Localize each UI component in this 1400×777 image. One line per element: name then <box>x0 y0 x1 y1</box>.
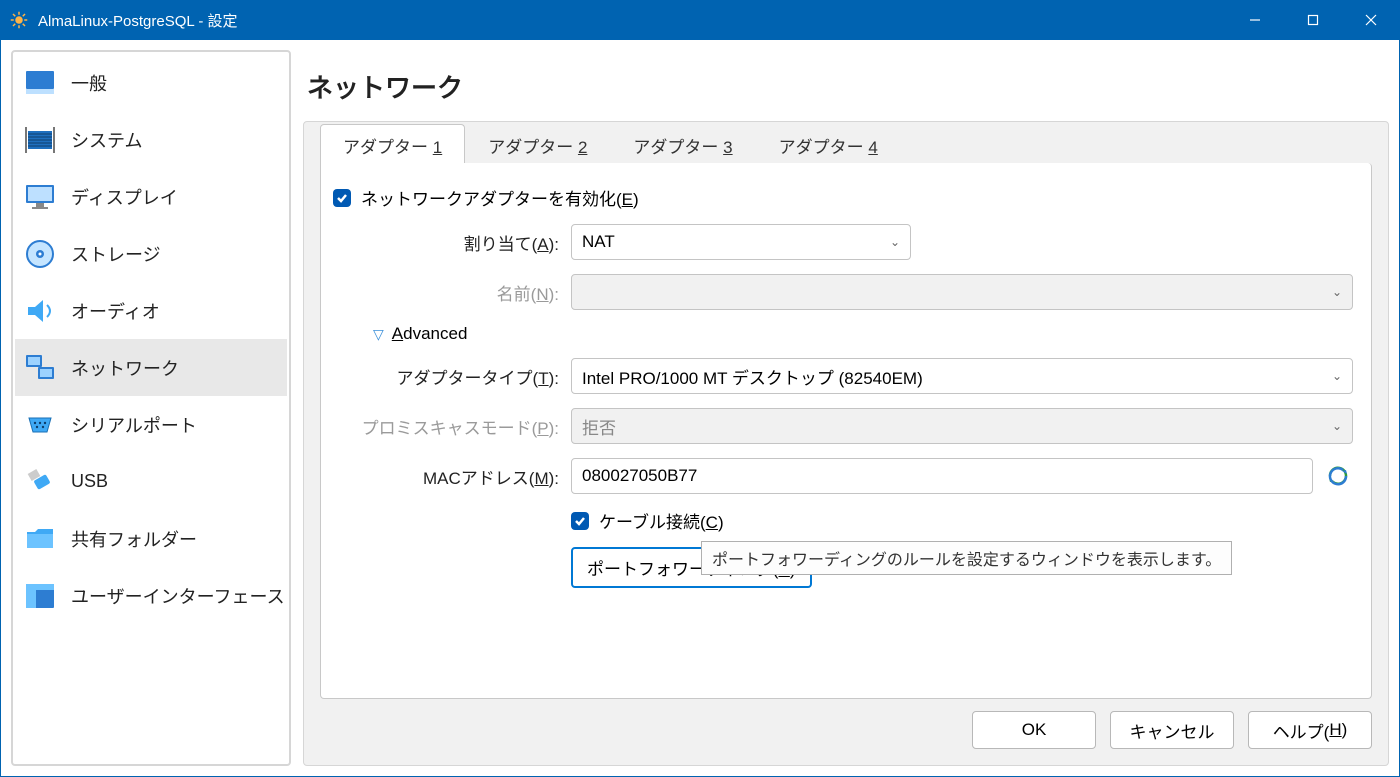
minimize-button[interactable] <box>1226 0 1284 40</box>
mac-refresh-button[interactable] <box>1323 461 1353 491</box>
sidebar-item-storage[interactable]: ストレージ <box>15 225 287 282</box>
attached-to-row: 割り当て(A): NAT ⌄ <box>339 224 1353 260</box>
panel-title: ネットワーク <box>303 50 1389 121</box>
sidebar-item-audio[interactable]: オーディオ <box>15 282 287 339</box>
sidebar-item-display[interactable]: ディスプレイ <box>15 168 287 225</box>
network-icon <box>23 351 57 385</box>
enable-adapter-checkbox[interactable] <box>333 189 351 207</box>
enable-adapter-row: ネットワークアダプターを有効化(E) <box>333 185 1353 210</box>
display-icon <box>23 180 57 214</box>
storage-icon <box>23 237 57 271</box>
tab-adapter-3[interactable]: アダプター 3 <box>610 124 755 164</box>
tab-adapter-2[interactable]: アダプター 2 <box>465 124 610 164</box>
ui-icon <box>23 579 57 613</box>
adapter-settings: ネットワークアダプターを有効化(E) 割り当て(A): NAT ⌄ 名前( <box>320 163 1372 699</box>
adapter-type-select[interactable]: Intel PRO/1000 MT デスクトップ (82540EM) ⌄ <box>571 358 1353 394</box>
promiscuous-select: 拒否 ⌄ <box>571 408 1353 444</box>
sidebar-label: シリアルポート <box>71 412 197 438</box>
attached-to-select[interactable]: NAT ⌄ <box>571 224 911 260</box>
general-icon <box>23 66 57 100</box>
sidebar-item-user-interface[interactable]: ユーザーインターフェース <box>15 567 287 624</box>
name-row: 名前(N): ⌄ <box>339 274 1353 310</box>
adapter-type-label: アダプタータイプ(T): <box>339 364 571 389</box>
panel-body: アダプター 1 アダプター 2 アダプター 3 アダプター 4 ネットワークアダ… <box>303 121 1389 766</box>
folder-icon <box>23 522 57 556</box>
usb-icon <box>23 465 57 499</box>
sidebar-label: システム <box>71 127 142 153</box>
settings-sidebar: 一般 システム ディスプレイ ストレージ オーディオ ネットワーク シリアルポー… <box>11 50 291 766</box>
promiscuous-row: プロミスキャスモード(P): 拒否 ⌄ <box>339 408 1353 444</box>
advanced-label: Advanced <box>392 324 468 344</box>
sidebar-item-system[interactable]: システム <box>15 111 287 168</box>
sidebar-label: ユーザーインターフェース <box>71 583 285 609</box>
tab-adapter-4[interactable]: アダプター 4 <box>756 124 901 164</box>
sidebar-item-usb[interactable]: USB <box>15 453 287 510</box>
titlebar: AlmaLinux-PostgreSQL - 設定 <box>0 0 1400 40</box>
attached-to-label: 割り当て(A): <box>339 230 571 255</box>
sidebar-label: 一般 <box>71 70 107 96</box>
sidebar-label: オーディオ <box>71 298 160 324</box>
sidebar-label: USB <box>71 471 108 492</box>
adapter-type-row: アダプタータイプ(T): Intel PRO/1000 MT デスクトップ (8… <box>339 358 1353 394</box>
mac-label: MACアドレス(M): <box>339 464 571 489</box>
help-button[interactable]: ヘルプ(H) <box>1248 711 1372 749</box>
system-icon <box>23 123 57 157</box>
chevron-down-icon: ⌄ <box>1332 285 1342 299</box>
chevron-down-icon: ⌄ <box>890 235 900 249</box>
tab-adapter-1[interactable]: アダプター 1 <box>320 124 465 164</box>
main-panel: ネットワーク アダプター 1 アダプター 2 アダプター 3 アダプター 4 ネ… <box>303 50 1389 766</box>
refresh-icon <box>1326 464 1350 488</box>
sidebar-item-serial[interactable]: シリアルポート <box>15 396 287 453</box>
sidebar-label: ディスプレイ <box>71 184 178 210</box>
name-label: 名前(N): <box>339 280 571 305</box>
sidebar-label: ネットワーク <box>71 355 179 381</box>
cable-checkbox[interactable] <box>571 512 589 530</box>
sidebar-item-shared-folders[interactable]: 共有フォルダー <box>15 510 287 567</box>
promiscuous-label: プロミスキャスモード(P): <box>339 414 571 439</box>
mac-row: MACアドレス(M): 080027050B77 <box>339 458 1353 494</box>
sidebar-label: 共有フォルダー <box>71 526 197 552</box>
app-icon <box>10 11 28 29</box>
dialog-footer: OK キャンセル ヘルプ(H) <box>320 699 1372 749</box>
serial-icon <box>23 408 57 442</box>
mac-input[interactable]: 080027050B77 <box>571 458 1313 494</box>
name-select: ⌄ <box>571 274 1353 310</box>
disclosure-triangle-icon: ▽ <box>373 326 384 343</box>
sidebar-item-network[interactable]: ネットワーク <box>15 339 287 396</box>
audio-icon <box>23 294 57 328</box>
cable-label: ケーブル接続(C) <box>599 508 724 533</box>
chevron-down-icon: ⌄ <box>1332 369 1342 383</box>
ok-button[interactable]: OK <box>972 711 1096 749</box>
advanced-disclosure[interactable]: ▽ Advanced <box>373 324 1353 344</box>
enable-adapter-label: ネットワークアダプターを有効化(E) <box>361 185 639 210</box>
port-forwarding-tooltip: ポートフォワーディングのルールを設定するウィンドウを表示します。 <box>701 541 1232 575</box>
cable-row: ケーブル接続(C) <box>339 508 1353 533</box>
maximize-button[interactable] <box>1284 0 1342 40</box>
cancel-button[interactable]: キャンセル <box>1110 711 1234 749</box>
chevron-down-icon: ⌄ <box>1332 419 1342 433</box>
adapter-tabs: アダプター 1 アダプター 2 アダプター 3 アダプター 4 <box>320 124 1372 164</box>
sidebar-label: ストレージ <box>71 241 161 267</box>
close-button[interactable] <box>1342 0 1400 40</box>
window-title: AlmaLinux-PostgreSQL - 設定 <box>38 10 1226 31</box>
sidebar-item-general[interactable]: 一般 <box>15 54 287 111</box>
window-controls <box>1226 0 1400 40</box>
